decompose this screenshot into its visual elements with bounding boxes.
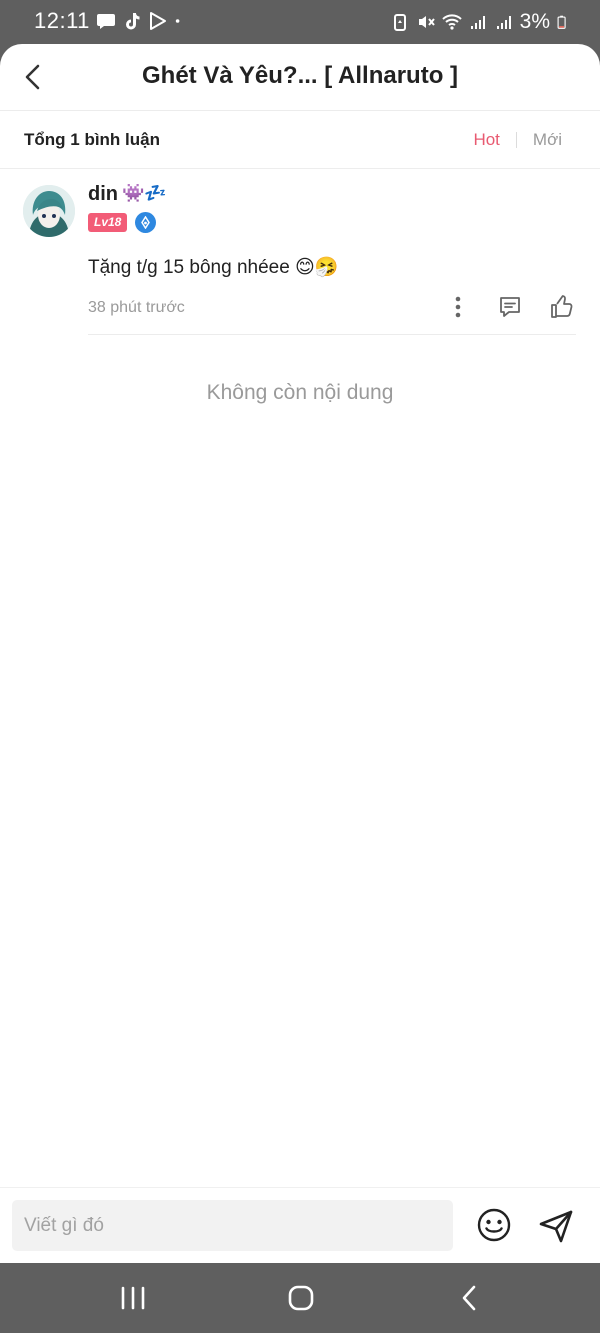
- verified-badge-icon: [135, 212, 156, 233]
- notification-icons: [96, 11, 186, 31]
- more-vertical-icon: [455, 296, 461, 318]
- comment-username[interactable]: din: [88, 183, 118, 206]
- page-title: Ghét Và Yêu?... [ Allnaruto ]: [141, 62, 459, 89]
- sort-tab-new[interactable]: Mới: [533, 130, 562, 150]
- sort-divider: [515, 132, 517, 148]
- status-time: 12:11: [34, 8, 90, 33]
- comments-sheet: Ghét Và Yêu?... [ Allnaruto ] Tổng 1 bìn…: [0, 44, 600, 1263]
- avatar[interactable]: [23, 185, 75, 237]
- battery-percentage: 3%: [519, 10, 550, 33]
- emoji-icon: [477, 1208, 511, 1242]
- more-options-button[interactable]: [441, 290, 475, 324]
- send-icon: [539, 1210, 573, 1243]
- level-badge: Lv18: [88, 213, 128, 232]
- wifi-icon: [441, 14, 462, 30]
- battery-icon: [557, 15, 566, 29]
- comment-composer: [0, 1187, 600, 1263]
- sort-tabs: Hot Mới: [473, 130, 562, 150]
- system-icons: 3%: [390, 10, 570, 34]
- recent-apps-button[interactable]: [113, 1281, 153, 1315]
- comment-input[interactable]: [12, 1200, 453, 1251]
- no-more-content-message: Không còn nội dung: [206, 381, 394, 404]
- username-emoji: 👾💤: [122, 183, 167, 203]
- comment-item: din 👾💤 Lv18 Tặng t/g 15 bông nhéee 😊🤧 38…: [0, 169, 600, 336]
- message-icon: [97, 14, 115, 29]
- system-back-button[interactable]: [449, 1281, 489, 1315]
- header: Ghét Và Yêu?... [ Allnaruto ]: [0, 44, 600, 111]
- recents-icon: [121, 1286, 145, 1310]
- signal-icon: [496, 16, 511, 29]
- like-button[interactable]: [545, 290, 579, 324]
- thumbs-up-icon: [551, 295, 573, 318]
- sort-tab-hot[interactable]: Hot: [473, 130, 499, 150]
- emoji-button[interactable]: [475, 1206, 513, 1244]
- back-arrow-icon: [462, 1285, 476, 1311]
- signal-icon: [470, 16, 485, 29]
- mute-icon: [418, 16, 435, 28]
- home-icon: [288, 1285, 314, 1311]
- tiktok-icon: [126, 13, 140, 30]
- dot-icon: [175, 19, 180, 23]
- send-button[interactable]: [536, 1206, 576, 1246]
- comments-count-bar: Tổng 1 bình luận Hot Mới: [0, 111, 600, 169]
- comment-text: Tặng t/g 15 bông nhéee 😊🤧: [88, 257, 339, 278]
- chevron-left-icon: [25, 64, 40, 90]
- play-store-icon: [150, 12, 166, 30]
- reply-button[interactable]: [493, 290, 527, 324]
- battery-saver-icon: [393, 14, 406, 31]
- home-button[interactable]: [281, 1281, 321, 1315]
- comment-count-label: Tổng 1 bình luận: [24, 130, 160, 149]
- comment-divider: [88, 334, 576, 335]
- avatar-image: [23, 185, 75, 237]
- comment-timestamp: 38 phút trước: [88, 299, 185, 316]
- status-bar: 12:11 3%: [0, 0, 600, 44]
- back-button[interactable]: [16, 60, 50, 94]
- navigation-bar: [0, 1263, 600, 1333]
- comment-icon: [500, 297, 520, 317]
